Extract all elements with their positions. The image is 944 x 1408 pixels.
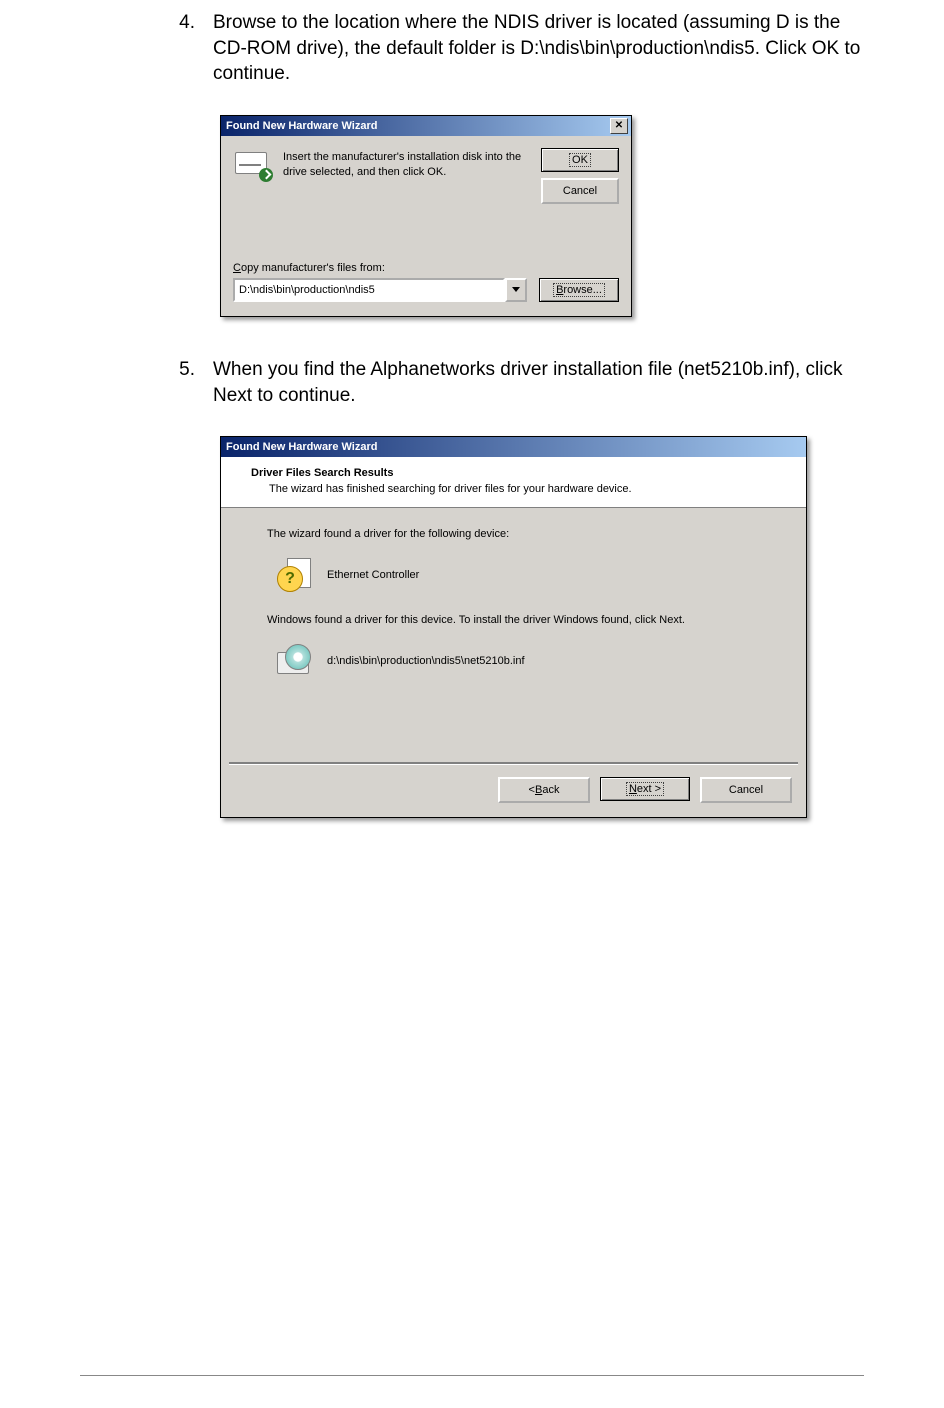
found-for-label: The wizard found a driver for the follow…: [267, 528, 778, 540]
cancel-button[interactable]: Cancel: [541, 178, 619, 204]
ok-button[interactable]: OK: [541, 148, 619, 172]
step-5: 5. When you find the Alphanetworks drive…: [80, 357, 864, 408]
next-button[interactable]: Next >: [600, 777, 690, 801]
back-button[interactable]: < Back: [498, 777, 590, 803]
cancel-button[interactable]: Cancel: [700, 777, 792, 803]
wizard-header: Driver Files Search Results The wizard h…: [221, 457, 806, 508]
path-combobox[interactable]: [233, 278, 527, 302]
disk-drive-icon: [233, 148, 273, 182]
insert-disk-message: Insert the manufacturer's installation d…: [283, 148, 529, 180]
step-4-text: Browse to the location where the NDIS dr…: [213, 10, 864, 87]
step-4: 4. Browse to the location where the NDIS…: [80, 10, 864, 87]
dialog-title: Found New Hardware Wizard: [224, 441, 803, 453]
copy-from-label: Copy manufacturer's files from:: [233, 262, 619, 274]
inf-path: d:\ndis\bin\production\ndis5\net5210b.in…: [327, 655, 525, 667]
path-input[interactable]: [233, 278, 505, 302]
found-driver-message: Windows found a driver for this device. …: [267, 614, 778, 626]
step-4-number: 4.: [80, 10, 213, 87]
titlebar: Found New Hardware Wizard ✕: [221, 116, 631, 136]
unknown-device-icon: ?: [277, 558, 311, 592]
dialog-title: Found New Hardware Wizard: [224, 120, 610, 132]
page-footer-rule: [80, 1375, 864, 1376]
chevron-down-icon[interactable]: [505, 278, 527, 302]
close-icon[interactable]: ✕: [610, 118, 628, 134]
dialog-insert-disk: Found New Hardware Wizard ✕ Insert the m…: [220, 115, 632, 317]
wizard-heading: Driver Files Search Results: [251, 467, 788, 479]
browse-button[interactable]: Browse...: [539, 278, 619, 302]
step-5-number: 5.: [80, 357, 213, 408]
titlebar: Found New Hardware Wizard: [221, 437, 806, 457]
cd-drive-icon: [277, 644, 311, 678]
dialog-search-results: Found New Hardware Wizard Driver Files S…: [220, 436, 807, 818]
device-name: Ethernet Controller: [327, 569, 419, 581]
step-5-text: When you find the Alphanetworks driver i…: [213, 357, 864, 408]
wizard-subheading: The wizard has finished searching for dr…: [251, 483, 788, 495]
